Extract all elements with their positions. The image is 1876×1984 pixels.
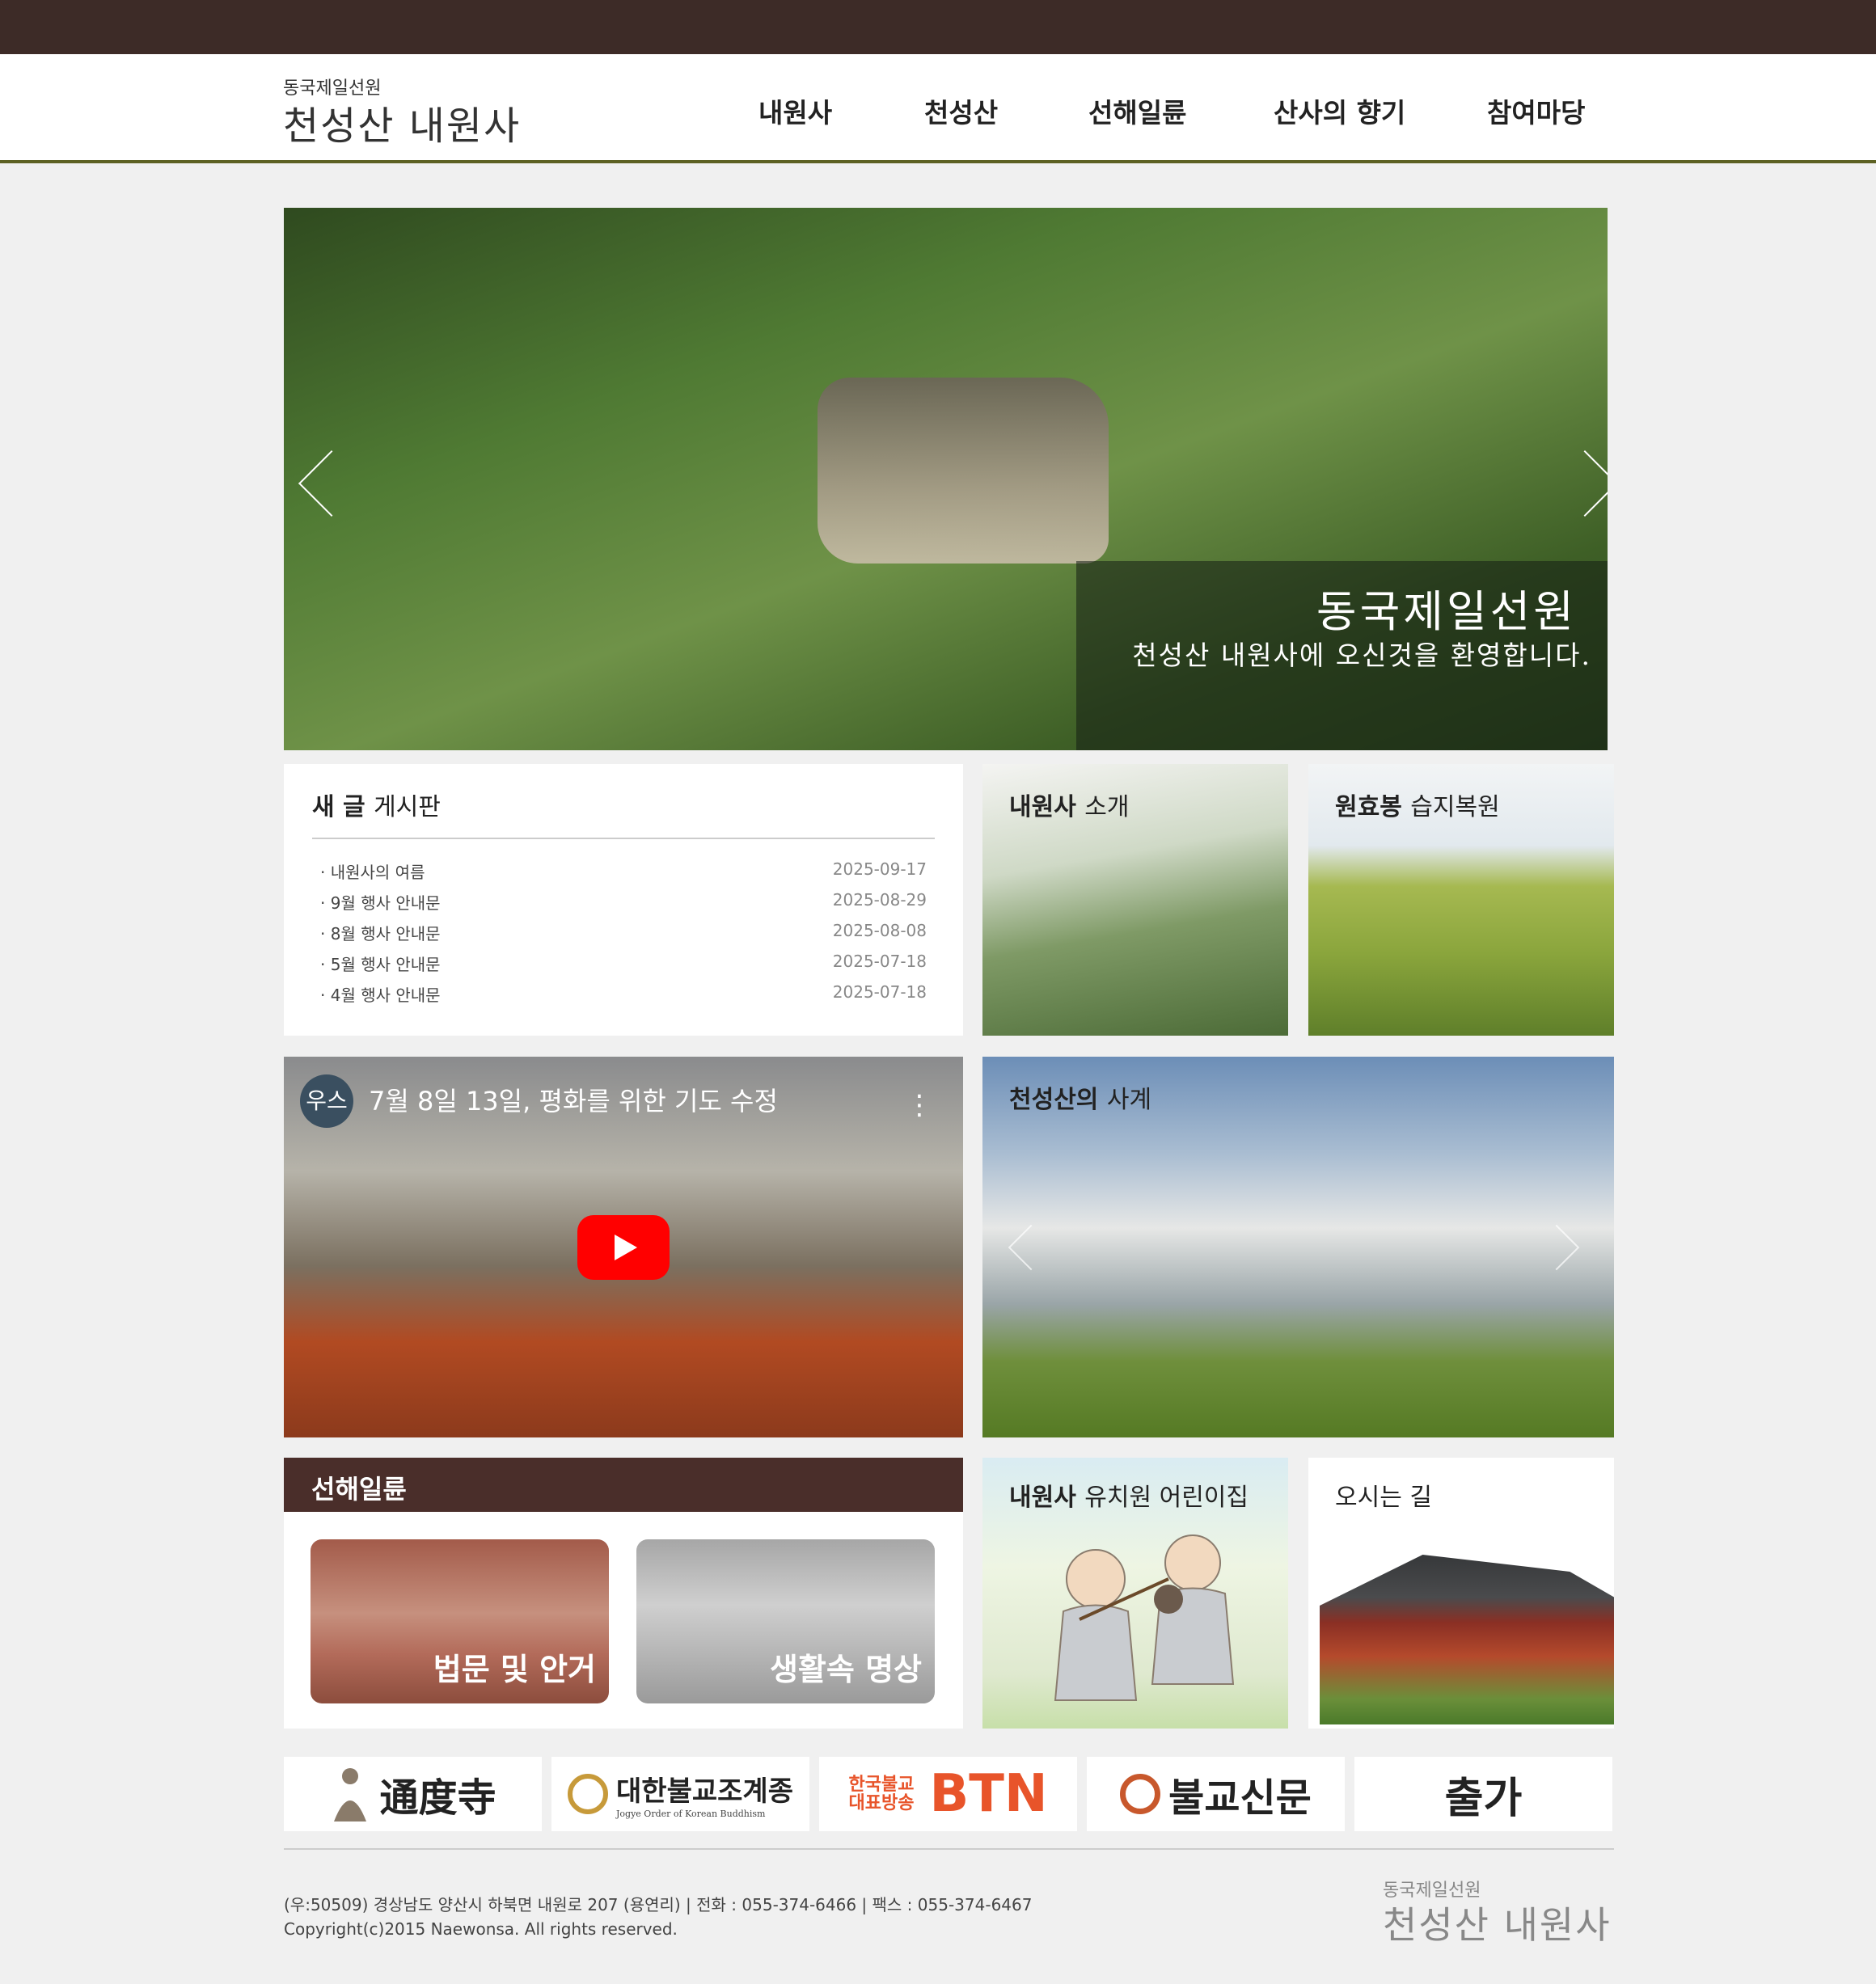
chulga-text: 출가	[1444, 1773, 1523, 1823]
logo-title[interactable]: 천성산 내원사	[283, 94, 521, 150]
hero-caption-subtitle: 천성산 내원사에 오신것을 환영합니다.	[1132, 640, 1591, 671]
board-post-title: · 5월 행사 안내문	[320, 955, 441, 974]
chulga-logo[interactable]: 출가	[1354, 1757, 1612, 1831]
btn-logo[interactable]: 한국불교 대표방송 BTN	[819, 1757, 1077, 1831]
four-seasons-card[interactable]: 천성산의 사계	[982, 1057, 1614, 1437]
hero-temple-image	[818, 378, 1109, 564]
seonhae-section: 선해일륜 법문 및 안거 생활속 명상	[284, 1458, 963, 1729]
nav-item-naewonsa[interactable]: 내원사	[758, 91, 832, 130]
daily-meditation-thumbnail[interactable]: 생활속 명상	[636, 1539, 935, 1703]
jogye-emblem-icon	[568, 1774, 609, 1814]
daily-meditation-label: 생활속 명상	[769, 1652, 922, 1687]
bulgyo-shinmun-logo[interactable]: 불교신문	[1087, 1757, 1345, 1831]
seasons-next-arrow-icon[interactable]	[1533, 1224, 1580, 1271]
jogye-english-text: Jogye Order of Korean Buddhism	[616, 1809, 766, 1819]
jogye-text-group: 대한불교조계종 Jogye Order of Korean Buddhism	[616, 1769, 793, 1819]
video-title[interactable]: 7월 8일 13일, 평화를 위한 기도 수정	[369, 1081, 778, 1118]
kindergarten-title-bold: 내원사	[1009, 1484, 1076, 1512]
naewonsa-intro-card[interactable]: 내원사 소개	[982, 764, 1288, 1036]
new-posts-board: 새 글 게시판 · 내원사의 여름 2025-09-17 · 9월 행사 안내문…	[284, 764, 963, 1036]
temple-building-image	[1320, 1555, 1614, 1724]
tongdosa-logo[interactable]: 通度寺	[284, 1757, 542, 1831]
board-post[interactable]: · 4월 행사 안내문 2025-07-18	[320, 982, 927, 1007]
board-post-date: 2025-08-08	[832, 921, 927, 940]
board-post[interactable]: · 내원사의 여름 2025-09-17	[320, 859, 927, 884]
btn-text: BTN	[929, 1764, 1048, 1824]
board-post-title: · 9월 행사 안내문	[320, 893, 441, 913]
directions-card[interactable]: 오시는 길	[1308, 1458, 1614, 1729]
nav-item-cheonseongsan[interactable]: 천성산	[924, 91, 998, 130]
intro-title-light: 소개	[1084, 793, 1130, 821]
monk-illustration	[1054, 1534, 1235, 1701]
seasons-card-title: 천성산의 사계	[1009, 1079, 1151, 1115]
board-post-title: · 8월 행사 안내문	[320, 924, 441, 943]
board-divider	[312, 838, 935, 839]
jogye-order-logo[interactable]: 대한불교조계종 Jogye Order of Korean Buddhism	[551, 1757, 809, 1831]
seonhae-heading: 선해일륜	[311, 1474, 407, 1505]
footer-logo-title: 천성산 내원사	[1383, 1903, 1612, 1947]
wetland-card-title: 원효봉 습지복원	[1335, 787, 1500, 822]
directions-title-light: 오시는 길	[1335, 1484, 1432, 1512]
board-post[interactable]: · 5월 행사 안내문 2025-07-18	[320, 952, 927, 976]
wetland-restoration-card[interactable]: 원효봉 습지복원	[1308, 764, 1614, 1036]
nav-item-temple-scent[interactable]: 산사의 향기	[1274, 91, 1405, 130]
tongdosa-text: 通度寺	[379, 1775, 496, 1821]
seasons-prev-arrow-icon[interactable]	[1008, 1224, 1054, 1271]
board-post[interactable]: · 8월 행사 안내문 2025-08-08	[320, 921, 927, 945]
intro-title-bold: 내원사	[1009, 793, 1076, 821]
kindergarten-card[interactable]: 내원사 유치원 어린이집	[982, 1458, 1288, 1729]
board-post-title: · 4월 행사 안내문	[320, 986, 441, 1005]
more-options-icon[interactable]: ⋮	[906, 1089, 933, 1121]
bulgyo-text: 불교신문	[1168, 1775, 1312, 1821]
board-post-date: 2025-08-29	[832, 890, 927, 910]
top-bar	[0, 0, 1876, 54]
kindergarten-title-light: 유치원 어린이집	[1084, 1484, 1249, 1512]
kindergarten-card-title: 내원사 유치원 어린이집	[1009, 1477, 1249, 1513]
dharma-talk-label: 법문 및 안거	[433, 1652, 596, 1687]
board-title-light: 게시판	[374, 793, 441, 821]
wetland-title-bold: 원효봉	[1335, 793, 1402, 821]
youtube-video-embed[interactable]: 우스 7월 8일 13일, 평화를 위한 기도 수정 ⋮	[284, 1057, 963, 1437]
board-post-title: · 내원사의 여름	[320, 863, 425, 882]
nav-item-seonhae[interactable]: 선해일륜	[1088, 91, 1186, 130]
seasons-title-light: 사계	[1106, 1086, 1152, 1114]
board-post[interactable]: · 9월 행사 안내문 2025-08-29	[320, 890, 927, 914]
channel-avatar[interactable]: 우스	[300, 1074, 353, 1128]
footer-address: (우:50509) 경상남도 양산시 하북면 내원로 207 (용연리) | 전…	[284, 1895, 1033, 1914]
hero-next-arrow-icon[interactable]	[1551, 450, 1608, 517]
intro-card-title: 내원사 소개	[1009, 787, 1129, 822]
footer-divider	[284, 1848, 1614, 1850]
hero-slider: 동국제일선원 천성산 내원사에 오신것을 환영합니다.	[284, 208, 1608, 750]
nav-item-participation[interactable]: 참여마당	[1487, 91, 1585, 130]
board-post-date: 2025-07-18	[832, 982, 927, 1002]
youtube-play-button-icon[interactable]	[577, 1215, 670, 1280]
bulgyo-emblem-icon	[1120, 1774, 1161, 1814]
jogye-text: 대한불교조계종	[616, 1775, 793, 1808]
dharma-talk-thumbnail[interactable]: 법문 및 안거	[311, 1539, 609, 1703]
board-post-date: 2025-07-18	[832, 952, 927, 971]
seasons-title-bold: 천성산의	[1009, 1086, 1099, 1114]
board-post-date: 2025-09-17	[832, 859, 927, 879]
hero-prev-arrow-icon[interactable]	[298, 450, 365, 517]
board-title-bold: 새 글	[312, 793, 365, 821]
seonhae-header: 선해일륜	[284, 1458, 963, 1512]
board-title[interactable]: 새 글 게시판	[312, 787, 441, 822]
btn-subtitle: 한국불교 대표방송	[848, 1774, 915, 1813]
hero-caption-title: 동국제일선원	[1316, 586, 1577, 637]
footer-copyright: Copyright(c)2015 Naewonsa. All rights re…	[284, 1919, 678, 1939]
buddha-icon	[334, 1768, 367, 1821]
directions-card-title: 오시는 길	[1335, 1477, 1432, 1513]
wetland-title-light: 습지복원	[1410, 793, 1500, 821]
